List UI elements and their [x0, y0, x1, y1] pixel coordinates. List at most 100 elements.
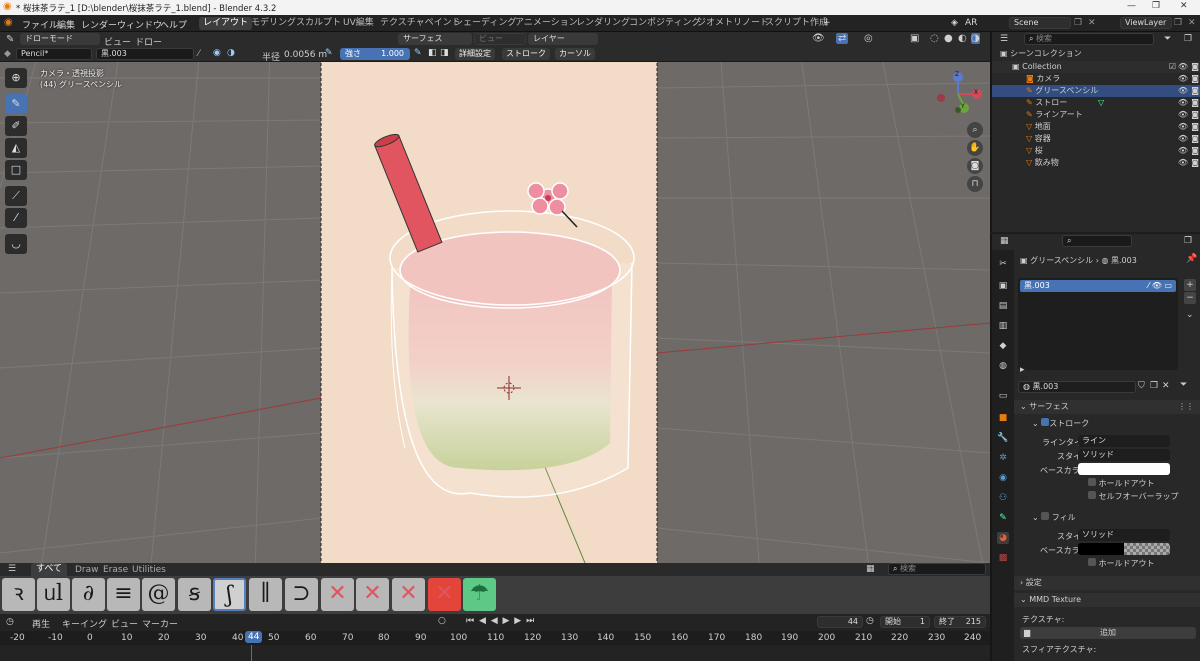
- material-slot[interactable]: 黒.003 ⁄ 👁 ▭: [1020, 280, 1176, 292]
- copy-scene-icon[interactable]: ❐: [1074, 18, 1082, 28]
- tab-shading[interactable]: シェーディング: [450, 17, 520, 30]
- camera-icon[interactable]: ◙: [1191, 85, 1199, 97]
- menu-file[interactable]: ファイル: [22, 18, 58, 31]
- strength-pressure-icon[interactable]: ✎: [414, 48, 422, 58]
- ar-icon[interactable]: ◈: [951, 18, 958, 28]
- add-workspace-button[interactable]: +: [823, 18, 831, 28]
- camera-icon[interactable]: ◙: [1191, 97, 1199, 109]
- layer-selector[interactable]: レイヤー: [528, 33, 598, 45]
- collection-tab-icon[interactable]: ▭: [997, 390, 1009, 402]
- output-tab-icon[interactable]: ▤: [997, 300, 1009, 312]
- fill-checkbox[interactable]: [1041, 512, 1050, 520]
- overlay-toggle-icon[interactable]: ◎: [864, 33, 873, 44]
- tab-sculpt[interactable]: スカルプト: [292, 17, 345, 30]
- clock-icon[interactable]: ◷: [866, 616, 874, 626]
- current-frame-field[interactable]: 44: [817, 616, 863, 628]
- camera-icon[interactable]: ◙: [1191, 157, 1199, 169]
- editor-type-icon[interactable]: ✎: [6, 34, 14, 45]
- brush-thumb-4[interactable]: ≡: [107, 578, 140, 611]
- brush-thumb-9[interactable]: ⊃: [285, 578, 318, 611]
- playback-controls[interactable]: ⏮ ◀ ◀ ▶ ▶ ⏭: [466, 616, 535, 626]
- pin-icon[interactable]: 📌: [1186, 254, 1197, 264]
- minimize-button[interactable]: —: [1127, 1, 1136, 11]
- style-select[interactable]: ソリッド: [1078, 449, 1170, 461]
- eye-icon[interactable]: 👁: [1178, 157, 1188, 169]
- menu-edit[interactable]: 編集: [57, 18, 75, 31]
- navigation-gizmo[interactable]: Z X Y: [930, 70, 986, 120]
- blender-menu-icon[interactable]: ◉: [4, 17, 13, 28]
- visibility-icon[interactable]: 👁: [812, 33, 825, 44]
- properties-search[interactable]: ⌕: [1062, 235, 1132, 247]
- slot-expand-icon[interactable]: ▸: [1020, 365, 1025, 375]
- gizmo-toggle-icon[interactable]: ⇄: [836, 33, 849, 44]
- tab-layout[interactable]: レイアウト: [199, 17, 253, 30]
- cursor-menu[interactable]: カーソル: [555, 48, 595, 60]
- tab-all[interactable]: すべて: [31, 563, 68, 576]
- brush-thumb-14[interactable]: ☂: [463, 578, 496, 611]
- stroke-menu[interactable]: ストローク: [502, 48, 550, 60]
- tab-utilities[interactable]: Utilities: [132, 565, 166, 575]
- shelf-menu-icon[interactable]: ☰: [8, 564, 16, 574]
- fill-subpanel[interactable]: ⌄ フィル: [1032, 512, 1076, 523]
- surface-selector[interactable]: サーフェス: [398, 33, 472, 45]
- line-type-select[interactable]: ライン: [1078, 435, 1170, 447]
- eye-icon[interactable]: 👁: [1178, 145, 1188, 157]
- fill-holdout-row[interactable]: ホールドアウト: [1088, 558, 1155, 569]
- material-slot-list[interactable]: 黒.003 ⁄ 👁 ▭: [1018, 278, 1178, 370]
- start-frame-field[interactable]: 開始 1: [880, 616, 930, 628]
- tab-uv-editing[interactable]: UV編集: [339, 17, 378, 30]
- modifier-tab-icon[interactable]: 🔧: [997, 432, 1009, 444]
- menu-marker[interactable]: マーカー: [142, 617, 178, 630]
- eye-icon[interactable]: 👁: [1178, 73, 1188, 85]
- tab-erase[interactable]: Erase: [103, 565, 128, 575]
- add-slot-button[interactable]: +: [1184, 279, 1196, 291]
- copy-viewlayer-icon[interactable]: ❐: [1174, 18, 1182, 28]
- holdout-checkbox[interactable]: [1088, 478, 1096, 486]
- brush-thumb-5[interactable]: @: [142, 578, 175, 611]
- physics-tab-icon[interactable]: ◉: [997, 472, 1009, 484]
- material-tab-icon[interactable]: ◕: [997, 532, 1009, 544]
- pressure-icon[interactable]: ◑: [227, 48, 235, 58]
- 3d-viewport[interactable]: [0, 48, 990, 575]
- mode-selector[interactable]: ドローモード: [20, 33, 100, 45]
- menu-window[interactable]: ウィンドウ: [117, 18, 162, 31]
- stroke-subpanel[interactable]: ⌄ ストローク: [1032, 418, 1089, 429]
- unlink-material-icon[interactable]: ✕: [1162, 381, 1170, 391]
- draw-tool-icon[interactable]: ✎: [5, 94, 27, 114]
- stroke-placement-icon[interactable]: ◨: [440, 48, 449, 58]
- panel-options-icon[interactable]: ❐: [1184, 236, 1192, 246]
- camera-icon[interactable]: ◙: [1191, 121, 1199, 133]
- brush-thumb-2[interactable]: ᥙl: [37, 578, 70, 611]
- brush-thumb-12[interactable]: ✕: [392, 578, 425, 611]
- remove-slot-button[interactable]: −: [1184, 292, 1196, 304]
- outliner-editor-icon[interactable]: ☰: [1000, 34, 1008, 44]
- menu-render[interactable]: レンダー: [81, 18, 117, 31]
- brush-thumb-1[interactable]: ꝛ: [2, 578, 35, 611]
- shelf-search[interactable]: ⌕ 検索: [888, 563, 986, 575]
- material-selector[interactable]: 黒.003: [96, 48, 194, 60]
- slot-visibility-icons[interactable]: ⁄ 👁 ▭: [1148, 280, 1172, 292]
- fill-color-swatch[interactable]: [1078, 543, 1170, 555]
- filter-icon[interactable]: ⏷: [1164, 34, 1171, 44]
- shading-material-icon[interactable]: ◐: [958, 33, 967, 44]
- collection-row[interactable]: ▣ Collection ☑ 👁 ◙: [992, 61, 1200, 73]
- camera-icon[interactable]: ◙: [1191, 61, 1199, 73]
- camera-icon[interactable]: ◙: [1191, 73, 1199, 85]
- record-icon[interactable]: ○: [438, 616, 446, 626]
- timeline-editor-icon[interactable]: ◷: [6, 617, 14, 627]
- remove-viewlayer-icon[interactable]: ✕: [1188, 18, 1196, 28]
- render-tab-icon[interactable]: ▣: [997, 280, 1009, 292]
- settings-panel-header[interactable]: › 設定: [1014, 576, 1200, 590]
- material-filter-icon[interactable]: ⏷: [1180, 380, 1187, 390]
- drag-handle-icon[interactable]: ⋮⋮: [1178, 400, 1194, 414]
- brush-thumb-8[interactable]: ∥: [249, 578, 282, 611]
- erase-tool-icon[interactable]: ✐: [5, 116, 27, 136]
- material-name-field[interactable]: ◍ 黒.003: [1018, 381, 1136, 393]
- radius-pressure-icon[interactable]: ✎: [325, 48, 333, 58]
- cursor-tool-icon[interactable]: ⊕: [5, 68, 27, 88]
- tab-scripting[interactable]: スクリプト作成: [761, 17, 832, 30]
- constraints-tab-icon[interactable]: ⚇: [997, 492, 1009, 504]
- shading-render-icon[interactable]: ◑: [971, 33, 980, 44]
- fill-holdout-checkbox[interactable]: [1088, 558, 1096, 566]
- eyedropper-tool-icon[interactable]: ⁄: [5, 208, 27, 228]
